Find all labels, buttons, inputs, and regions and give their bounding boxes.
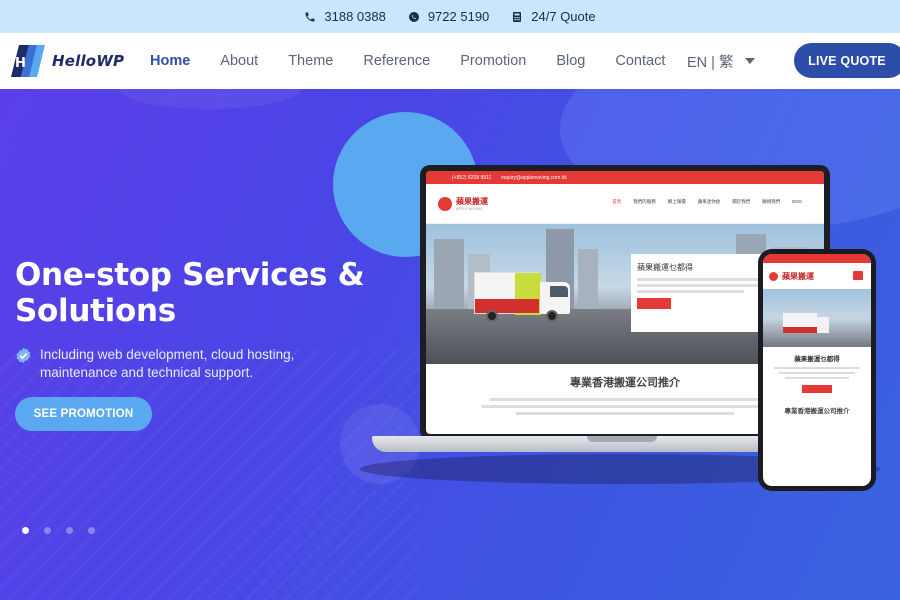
phone-mockup: 蘋果搬運 蘋果搬運乜都得 專業香港搬運公司推介 — [758, 249, 876, 491]
phone-body: 蘋果搬運乜都得 專業香港搬運公司推介 — [763, 347, 871, 415]
phone-card-title: 蘋果搬運乜都得 — [794, 356, 840, 363]
mockup-menu-item: 網上報價 — [667, 199, 686, 204]
apple-logo-icon — [769, 271, 778, 281]
phone-icon — [305, 12, 315, 21]
mockup-menu-item: 首頁 — [612, 199, 622, 204]
svg-text:H: H — [15, 56, 26, 71]
site-header: H HelloWP Home About Theme Reference Pro… — [0, 33, 900, 89]
language-label: EN | 繁 — [687, 54, 734, 71]
apple-logo-icon — [438, 196, 452, 211]
truck — [474, 272, 541, 315]
building — [434, 239, 464, 309]
main-nav: Home About Theme Reference Promotion Blo… — [150, 33, 695, 89]
chevron-down-icon — [745, 58, 756, 64]
site-logo[interactable]: H HelloWP — [9, 43, 124, 79]
phone-topbar — [763, 254, 871, 263]
nav-theme[interactable]: Theme — [288, 53, 333, 69]
contact-bar: 3188 0388 9722 5190 24/7 Quote — [0, 0, 900, 33]
nav-promotion[interactable]: Promotion — [460, 53, 526, 69]
background-blob — [120, 89, 300, 109]
mockup-brand-en: APPLE MOVING — [456, 207, 483, 211]
hamburger-icon — [853, 271, 863, 280]
wheel — [486, 310, 498, 322]
truck-cab — [540, 282, 570, 314]
logo-text: HelloWP — [52, 52, 125, 70]
mockup-brand: 蘋果搬運 APPLE MOVING — [456, 196, 488, 211]
mockup-menu-item: 聯絡我們 — [762, 199, 781, 204]
phone-brand-cn: 蘋果搬運 — [782, 271, 814, 281]
hero-subtext: Including web development, cloud hosting… — [15, 346, 335, 382]
contact-whatsapp[interactable]: 9722 5190 — [408, 9, 489, 24]
mockup-menu-item: ENG — [792, 199, 802, 204]
calculator-icon — [513, 11, 522, 22]
mockup-menu-item: 我們的服務 — [633, 199, 656, 204]
slider-dot[interactable] — [44, 527, 51, 534]
nav-blog[interactable]: Blog — [556, 53, 585, 69]
language-switcher[interactable]: EN | 繁 — [687, 33, 756, 89]
quote-text: 24/7 Quote — [531, 9, 596, 24]
phone-screen: 蘋果搬運 蘋果搬運乜都得 專業香港搬運公司推介 — [763, 254, 871, 486]
hero-subtext-label: Including web development, cloud hosting… — [40, 347, 295, 380]
nav-contact[interactable]: Contact — [615, 53, 665, 69]
phone-hero-image — [763, 289, 871, 347]
truck — [783, 313, 817, 333]
phone-card-button — [802, 385, 832, 393]
building — [578, 249, 598, 309]
mockup-email: inquiry@applemoving.com.hk — [501, 174, 567, 181]
mockup-menu: 首頁 我們的服務 網上報價 蘋果迷你倉 關於我們 聯絡我們 ENG — [612, 199, 802, 205]
whatsapp-number: 9722 5190 — [427, 9, 490, 24]
phone-number: 3188 0388 — [324, 9, 386, 24]
nav-reference[interactable]: Reference — [363, 53, 430, 69]
mockup-phone: (+852) 8208 9911 — [452, 174, 492, 181]
mockup-topbar: (+852) 8208 9911 inquiry@applemoving.com… — [426, 171, 824, 184]
slider-dot[interactable] — [66, 527, 73, 534]
contact-quote[interactable]: 24/7 Quote — [511, 9, 596, 24]
mockup-menu-item: 蘋果迷你倉 — [697, 199, 721, 204]
live-quote-button[interactable]: LIVE QUOTE — [794, 43, 900, 78]
slider-dots — [22, 527, 95, 534]
phone-nav: 蘋果搬運 — [763, 263, 871, 289]
nav-about[interactable]: About — [220, 53, 258, 69]
mockup-nav: 蘋果搬運 APPLE MOVING 首頁 我們的服務 網上報價 蘋果迷你倉 關於… — [426, 184, 824, 224]
hero-headline: One-stop Services & Solutions — [15, 257, 365, 329]
wheel — [546, 310, 558, 322]
see-promotion-button[interactable]: SEE PROMOTION — [15, 397, 152, 431]
truck-cab — [817, 317, 829, 333]
check-badge-icon — [16, 347, 31, 364]
mockup-menu-item: 關於我們 — [732, 199, 751, 204]
mockup-brand-cn: 蘋果搬運 — [456, 197, 488, 206]
contact-phone[interactable]: 3188 0388 — [304, 9, 386, 24]
hero-banner: One-stop Services & Solutions Including … — [0, 89, 900, 600]
nav-home[interactable]: Home — [150, 53, 190, 69]
phone-section-title: 專業香港搬運公司推介 — [784, 408, 850, 415]
whatsapp-icon — [408, 11, 419, 22]
phone-brand: 蘋果搬運 — [782, 271, 814, 282]
mockup-card-button — [637, 298, 671, 309]
slider-dot[interactable] — [22, 527, 29, 534]
slider-dot[interactable] — [88, 527, 95, 534]
logo-mark-icon: H — [11, 45, 45, 77]
